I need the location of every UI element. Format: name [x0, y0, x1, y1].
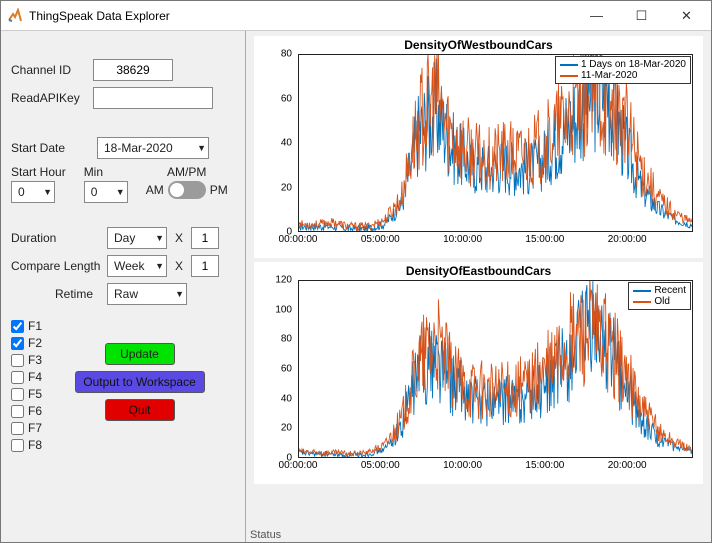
ytick: 80 [281, 334, 292, 345]
compare-n-input[interactable] [191, 255, 219, 277]
xtick: 05:00:00 [361, 460, 400, 471]
charts-panel: DensityOfWestboundCars02040608000:00:000… [246, 31, 711, 542]
xtick: 10:00:00 [443, 460, 482, 471]
chevron-down-icon: ▼ [155, 233, 164, 243]
legend[interactable]: RecentOld [628, 282, 691, 310]
checkbox-input[interactable] [11, 422, 24, 435]
legend-label: 11-Mar-2020 [581, 70, 638, 81]
field-checkboxes: F1 F2 F3 F4 F5 F6 F7 F8 [11, 319, 42, 452]
xtick: 00:00:00 [279, 460, 318, 471]
ytick: 120 [275, 275, 292, 286]
startdate-picker[interactable]: 18-Mar-2020▼ [97, 137, 209, 159]
field-checkbox-f5[interactable]: F5 [11, 387, 42, 401]
legend[interactable]: 1 Days on 18-Mar-202011-Mar-2020 [555, 56, 691, 84]
legend-label: Old [654, 296, 670, 307]
ytick: 40 [281, 393, 292, 404]
output-workspace-button[interactable]: Output to Workspace [75, 371, 205, 393]
xtick: 05:00:00 [361, 234, 400, 245]
checkbox-input[interactable] [11, 388, 24, 401]
legend-label: 1 Days on 18-Mar-2020 [581, 59, 686, 70]
field-checkbox-f2[interactable]: F2 [11, 336, 42, 350]
xtick: 20:00:00 [608, 460, 647, 471]
xtick: 00:00:00 [279, 234, 318, 245]
ytick: 80 [281, 49, 292, 60]
ytick: 60 [281, 93, 292, 104]
chart-title: DensityOfWestboundCars [254, 38, 703, 52]
chevron-down-icon: ▼ [197, 143, 206, 153]
minimize-button[interactable]: — [574, 1, 619, 30]
checkbox-input[interactable] [11, 337, 24, 350]
window-title: ThingSpeak Data Explorer [29, 9, 574, 23]
ytick: 60 [281, 364, 292, 375]
controls-panel: Channel ID ReadAPIKey Start Date 18-Mar-… [1, 31, 246, 542]
xtick: 15:00:00 [525, 460, 564, 471]
min-label: Min [84, 165, 103, 179]
field-checkbox-f3[interactable]: F3 [11, 353, 42, 367]
channel-id-input[interactable] [93, 59, 173, 81]
legend-label: Recent [654, 285, 686, 296]
field-checkbox-f6[interactable]: F6 [11, 404, 42, 418]
checkbox-input[interactable] [11, 320, 24, 333]
ytick: 100 [275, 304, 292, 315]
checkbox-input[interactable] [11, 371, 24, 384]
duration-select[interactable]: Day▼ [107, 227, 167, 249]
channel-id-label: Channel ID [11, 63, 93, 77]
ytick: 40 [281, 138, 292, 149]
min-select[interactable]: 0▼ [84, 181, 128, 203]
legend-swatch [633, 301, 651, 303]
apikey-input[interactable] [93, 87, 213, 109]
retime-label: Retime [11, 287, 107, 301]
field-checkbox-f7[interactable]: F7 [11, 421, 42, 435]
field-checkbox-f8[interactable]: F8 [11, 438, 42, 452]
legend-swatch [633, 290, 651, 292]
starthour-select[interactable]: 0▼ [11, 181, 55, 203]
duration-x-label: X [175, 231, 183, 245]
matlab-icon [7, 8, 23, 24]
chart-0: DensityOfWestboundCars02040608000:00:000… [254, 36, 703, 258]
checkbox-input[interactable] [11, 439, 24, 452]
startdate-label: Start Date [11, 141, 97, 155]
compare-label: Compare Length [11, 259, 107, 273]
legend-swatch [560, 64, 578, 66]
checkbox-input[interactable] [11, 405, 24, 418]
pm-label: PM [210, 183, 228, 197]
chart-1: DensityOfEastboundCars02040608010012000:… [254, 262, 703, 484]
compare-x-label: X [175, 259, 183, 273]
ytick: 20 [281, 182, 292, 193]
quit-button[interactable]: Quit [105, 399, 175, 421]
duration-n-input[interactable] [191, 227, 219, 249]
chevron-down-icon: ▼ [116, 187, 125, 197]
apikey-label: ReadAPIKey [11, 91, 93, 105]
xtick: 20:00:00 [608, 234, 647, 245]
titlebar: ThingSpeak Data Explorer — ☐ ✕ [1, 1, 711, 31]
update-button[interactable]: Update [105, 343, 175, 365]
ampm-label: AM/PM [167, 165, 206, 179]
compare-select[interactable]: Week▼ [107, 255, 167, 277]
checkbox-input[interactable] [11, 354, 24, 367]
status-text: Status [250, 529, 281, 541]
chevron-down-icon: ▼ [43, 187, 52, 197]
close-button[interactable]: ✕ [664, 1, 709, 30]
chevron-down-icon: ▼ [155, 261, 164, 271]
app-window: ThingSpeak Data Explorer — ☐ ✕ Channel I… [0, 0, 712, 543]
retime-select[interactable]: Raw▼ [107, 283, 187, 305]
ampm-toggle[interactable] [168, 181, 206, 199]
xtick: 10:00:00 [443, 234, 482, 245]
field-checkbox-f4[interactable]: F4 [11, 370, 42, 384]
legend-swatch [560, 75, 578, 77]
starthour-label: Start Hour [11, 165, 66, 179]
duration-label: Duration [11, 231, 107, 245]
am-label: AM [146, 183, 164, 197]
chevron-down-icon: ▼ [175, 289, 184, 299]
xtick: 15:00:00 [525, 234, 564, 245]
maximize-button[interactable]: ☐ [619, 1, 664, 30]
field-checkbox-f1[interactable]: F1 [11, 319, 42, 333]
ytick: 20 [281, 423, 292, 434]
chart-title: DensityOfEastboundCars [254, 264, 703, 278]
